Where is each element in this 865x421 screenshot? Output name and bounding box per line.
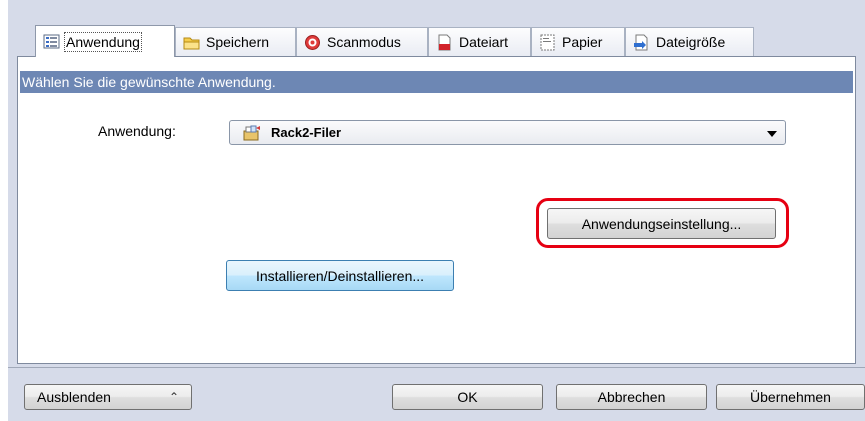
hide-button-label: Ausblenden: [37, 389, 111, 405]
tab-label: Anwendung: [64, 31, 142, 52]
pdf-file-icon: [436, 34, 453, 51]
footer-divider: [8, 367, 865, 368]
scan-mode-icon: [304, 34, 321, 51]
tab-label: Dateigröße: [656, 34, 726, 50]
ok-button[interactable]: OK: [392, 384, 543, 410]
application-select-value: Rack2-Filer: [271, 125, 342, 140]
tab-label: Dateiart: [459, 34, 509, 50]
section-header: Wählen Sie die gewünschte Anwendung.: [20, 71, 853, 93]
application-list-icon: [43, 33, 60, 50]
tab-dateiart[interactable]: Dateiart: [428, 27, 531, 56]
install-uninstall-button[interactable]: Installieren/Deinstallieren...: [226, 260, 454, 291]
chevron-down-icon[interactable]: [767, 131, 777, 137]
tab-label: Papier: [562, 34, 603, 50]
tab-papier[interactable]: Papier: [531, 27, 625, 56]
paper-icon: [539, 34, 556, 51]
cancel-button[interactable]: Abbrechen: [556, 384, 707, 410]
tab-label: Speichern: [206, 34, 270, 50]
tab-speichern[interactable]: Speichern: [175, 27, 296, 56]
chevron-up-icon: ⌃: [168, 390, 179, 404]
application-label: Anwendung:: [98, 123, 176, 139]
tab-content-panel: Wählen Sie die gewünschte Anwendung. Anw…: [17, 56, 856, 364]
tab-dateigroesse[interactable]: Dateigröße: [625, 27, 754, 56]
dialog-window: Anwendung Speichern Scanmodus Dateiart P…: [8, 0, 865, 421]
tab-anwendung[interactable]: Anwendung: [35, 25, 175, 57]
rack2-filer-icon: [243, 125, 261, 141]
apply-button[interactable]: Übernehmen: [716, 384, 865, 410]
tab-scanmodus[interactable]: Scanmodus: [296, 27, 428, 56]
folder-icon: [183, 34, 200, 51]
application-settings-button[interactable]: Anwendungseinstellung...: [547, 208, 776, 239]
file-size-icon: [633, 34, 650, 51]
hide-button[interactable]: Ausblenden ⌃: [24, 384, 192, 410]
application-select[interactable]: Rack2-Filer: [229, 120, 786, 145]
tab-label: Scanmodus: [327, 34, 401, 50]
